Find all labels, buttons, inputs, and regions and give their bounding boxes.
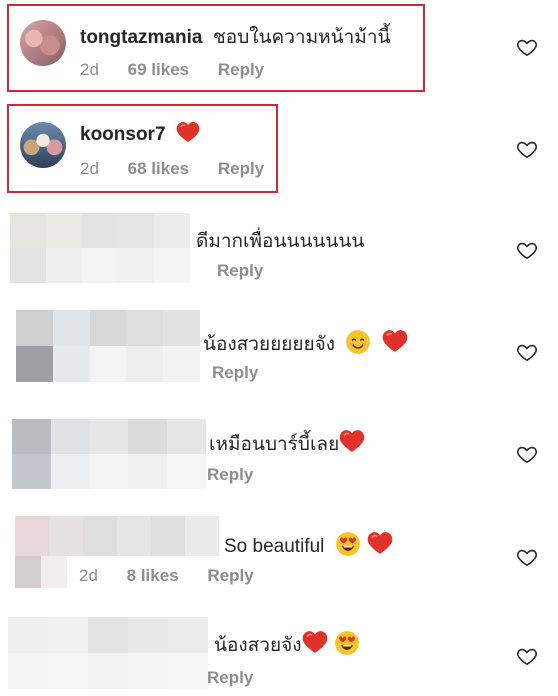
red-heart-emoji [339, 428, 365, 454]
comment-text: เหมือนบาร์บี้เลย [209, 434, 340, 455]
smiling-face-emoji [345, 329, 371, 355]
comment-meta: Reply [207, 465, 253, 485]
comment-line: น้องสวยจัง [214, 629, 360, 660]
heart-outline-icon[interactable] [516, 138, 538, 160]
likes-count[interactable]: 8 likes [127, 566, 179, 586]
comment-text: น้องสวยยยยยจัง [203, 334, 336, 355]
comment-line: เหมือนบาร์บี้เลย [209, 428, 365, 459]
pixelated-avatar-username [12, 419, 206, 489]
reply-button[interactable]: Reply [207, 566, 253, 586]
avatar[interactable] [20, 20, 66, 66]
username[interactable]: tongtazmania [80, 27, 202, 48]
red-heart-emoji [382, 328, 408, 354]
reply-button[interactable]: Reply [218, 159, 264, 179]
red-heart-emoji [176, 120, 200, 144]
comment-meta: Reply [212, 363, 258, 383]
heart-eyes-emoji [335, 531, 361, 557]
comment-text: ดีมากเพื่อนนนนนนน [196, 231, 365, 252]
pixelated-avatar-username [10, 213, 190, 283]
red-heart-emoji [302, 629, 328, 655]
heart-outline-icon[interactable] [516, 645, 538, 667]
comment-meta: Reply [207, 668, 253, 688]
comment-text: ชอบในความหน้าม้านี้ [212, 27, 391, 48]
comment-time: 2d [80, 159, 99, 178]
pixelated-avatar [15, 556, 67, 588]
comment-row: น้องสวยจัง Reply [0, 604, 558, 696]
likes-count[interactable]: 68 likes [128, 159, 189, 179]
comment-meta: 2d 68 likes Reply [80, 159, 264, 179]
comment-line: tongtazmania ชอบในความหน้าม้านี้ [80, 22, 390, 52]
likes-count[interactable]: 69 likes [128, 60, 189, 80]
comment-row: tongtazmania ชอบในความหน้าม้านี้ 2d 69 l… [0, 0, 558, 100]
red-heart-emoji [367, 530, 393, 556]
comment-line: น้องสวยยยยยจัง [203, 328, 408, 359]
comment-time: 2d [80, 60, 99, 79]
reply-button[interactable]: Reply [217, 261, 263, 281]
comment-meta: 2d 69 likes Reply [80, 60, 264, 80]
heart-outline-icon[interactable] [516, 36, 538, 58]
comment-meta: Reply [217, 261, 263, 281]
comment-row: So beautiful 2d 8 likes Reply [0, 504, 558, 604]
comment-line: So beautiful [224, 530, 393, 558]
comment-row: เหมือนบาร์บี้เลย Reply [0, 402, 558, 504]
comment-meta: 2d 8 likes Reply [79, 566, 254, 586]
comment-line: ดีมากเพื่อนนนนนนน [196, 226, 364, 256]
reply-button[interactable]: Reply [207, 668, 253, 688]
avatar[interactable] [20, 122, 66, 168]
comment-text: น้องสวยจัง [214, 635, 302, 656]
comment-line: koonsor7 [80, 120, 200, 146]
username[interactable]: koonsor7 [80, 124, 166, 145]
reply-button[interactable]: Reply [212, 363, 258, 383]
heart-outline-icon[interactable] [516, 239, 538, 261]
comment-time: 2d [79, 566, 98, 585]
heart-outline-icon[interactable] [516, 341, 538, 363]
heart-eyes-emoji [334, 630, 360, 656]
pixelated-avatar-username [15, 516, 219, 556]
heart-outline-icon[interactable] [516, 443, 538, 465]
reply-button[interactable]: Reply [218, 60, 264, 80]
comment-text: So beautiful [224, 536, 325, 557]
comment-row: น้องสวยยยยยจัง Reply [0, 300, 558, 402]
comment-row: koonsor7 2d 68 likes Reply [0, 100, 558, 200]
comment-row: ดีมากเพื่อนนนนนนน Reply [0, 200, 558, 300]
pixelated-avatar-username [16, 310, 200, 382]
heart-outline-icon[interactable] [516, 546, 538, 568]
reply-button[interactable]: Reply [207, 465, 253, 485]
pixelated-avatar-username [8, 617, 208, 689]
